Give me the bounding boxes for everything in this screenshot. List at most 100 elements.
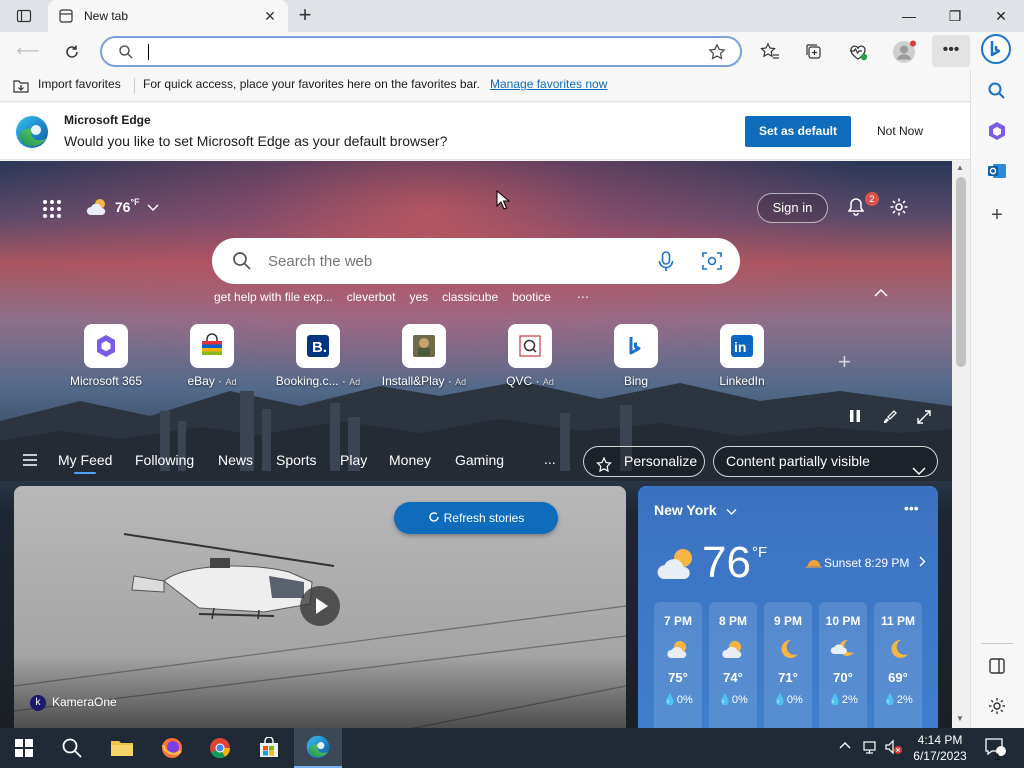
scrollbar-thumb[interactable] [956, 177, 966, 367]
hourly-forecast-item[interactable]: 11 PM 69° 💧2% [874, 602, 922, 728]
microsoft-365-icon[interactable] [985, 119, 1009, 143]
hourly-forecast-item[interactable]: 8 PM 74° 💧0% [709, 602, 757, 728]
profile-avatar[interactable] [891, 39, 917, 65]
quick-search-link[interactable]: cleverbot [347, 290, 396, 304]
tile-microsoft-365[interactable]: Microsoft 365 [61, 324, 151, 388]
back-button[interactable]: ⟵ [15, 39, 41, 65]
visual-search-icon[interactable] [702, 251, 722, 274]
microphone-icon[interactable] [658, 251, 674, 276]
chevron-right-icon [919, 556, 926, 570]
tab-play[interactable]: Play [340, 452, 367, 468]
show-hidden-icons-chevron[interactable] [839, 739, 851, 753]
bing-chat-icon[interactable] [980, 34, 1012, 68]
quick-search-link[interactable]: get help with file exp... [214, 290, 333, 304]
weather-mini-unit: °F [130, 197, 140, 207]
tile-booking[interactable]: B. Booking.c... · Ad [273, 324, 363, 388]
sunset-info[interactable]: Sunset 8:29 PM [806, 556, 926, 571]
weather-more-options-button[interactable]: ••• [904, 500, 919, 516]
minimize-button[interactable]: — [886, 0, 932, 32]
outlook-icon[interactable] [985, 159, 1009, 183]
search-icon[interactable] [48, 728, 96, 768]
more-tabs-button[interactable]: ... [544, 451, 556, 467]
chrome-icon[interactable] [196, 728, 244, 768]
hour-temp: 71° [778, 670, 798, 685]
divider [134, 78, 135, 94]
tile-qvc[interactable]: QVC · Ad [485, 324, 575, 388]
file-explorer-icon[interactable] [98, 728, 146, 768]
sidebar-settings-gear-icon[interactable] [985, 694, 1009, 718]
address-bar[interactable] [100, 36, 742, 67]
not-now-button[interactable]: Not Now [860, 116, 940, 147]
quick-search-link[interactable]: bootice [512, 290, 551, 304]
tab-actions-icon[interactable] [16, 8, 32, 24]
notifications-bell-icon[interactable] [845, 196, 867, 221]
weather-city[interactable]: New York [654, 502, 737, 519]
hour-time: 10 PM [825, 614, 861, 628]
import-favorites-button[interactable]: Import favorites [38, 77, 121, 91]
hide-sidebar-icon[interactable] [985, 654, 1009, 678]
edge-taskbar-icon[interactable] [294, 728, 342, 768]
expand-icon[interactable] [916, 409, 932, 428]
vertical-scrollbar[interactable]: ▲ ▼ [952, 161, 970, 728]
page-settings-gear-icon[interactable] [888, 196, 910, 221]
scroll-up-arrow-icon[interactable]: ▲ [956, 163, 964, 172]
refresh-stories-button[interactable]: Refresh stories [394, 502, 558, 534]
windows-start-icon[interactable] [0, 728, 48, 768]
manage-favorites-link[interactable]: Manage favorites now [490, 77, 607, 91]
pause-background-icon[interactable] [848, 409, 862, 426]
personalize-button[interactable]: Personalize [583, 446, 705, 477]
tab-sports[interactable]: Sports [276, 452, 316, 468]
tab-following[interactable]: Following [135, 452, 194, 468]
customize-background-icon[interactable] [882, 409, 898, 428]
tile-ebay[interactable]: eBay · Ad [167, 324, 257, 388]
tile-install-play[interactable]: Install&Play · Ad [379, 324, 469, 388]
quick-search-link[interactable]: yes [409, 290, 428, 304]
weather-card[interactable]: New York ••• 76 °F Sunset 8:29 PM 7 PM 7… [638, 486, 938, 728]
hourly-forecast-item[interactable]: 7 PM 75° 💧0% [654, 602, 702, 728]
tab-my-feed[interactable]: My Feed [58, 452, 112, 474]
add-site-button[interactable]: + [838, 349, 851, 375]
content-visibility-dropdown[interactable]: Content partially visible [713, 446, 938, 477]
settings-and-more-button[interactable]: ••• [932, 35, 970, 67]
favorites-icon[interactable] [757, 39, 783, 65]
volume-muted-icon[interactable] [885, 739, 903, 758]
add-sidebar-app-icon[interactable]: + [985, 203, 1009, 227]
system-clock[interactable]: 4:14 PM 6/17/2023 [905, 732, 975, 764]
play-video-button[interactable] [300, 586, 340, 626]
address-input[interactable] [146, 43, 686, 61]
hourly-forecast-item[interactable]: 9 PM 71° 💧0% [764, 602, 812, 728]
refresh-stories-label: Refresh stories [443, 511, 525, 525]
web-search-input[interactable] [268, 252, 628, 270]
tab-news[interactable]: News [218, 452, 253, 468]
firefox-icon[interactable] [148, 728, 196, 768]
collapse-chevron-up-icon[interactable] [874, 286, 888, 301]
network-icon[interactable] [863, 739, 879, 758]
sign-in-button[interactable]: Sign in [757, 193, 828, 223]
set-as-default-button[interactable]: Set as default [745, 116, 851, 147]
web-search-box[interactable] [212, 238, 740, 284]
quick-search-link[interactable]: classicube [442, 290, 498, 304]
scroll-down-arrow-icon[interactable]: ▼ [956, 714, 964, 723]
weather-mini-widget[interactable]: 76°F [85, 197, 159, 220]
browser-essentials-icon[interactable] [845, 39, 871, 65]
story-source[interactable]: k KameraOne [30, 695, 117, 711]
search-icon[interactable] [985, 79, 1009, 103]
tab-money[interactable]: Money [389, 452, 431, 468]
apps-launcher-icon[interactable] [42, 199, 62, 222]
microsoft-store-icon[interactable] [245, 728, 293, 768]
refresh-button[interactable] [59, 39, 85, 65]
close-tab-icon[interactable]: ✕ [262, 8, 278, 24]
hourly-forecast-item[interactable]: 10 PM 70° 💧2% [819, 602, 867, 728]
tab-new-tab[interactable]: New tab ✕ [48, 0, 288, 32]
menu-hamburger-icon[interactable] [22, 453, 38, 470]
tile-linkedin[interactable]: in LinkedIn [697, 324, 787, 388]
more-quick-searches-button[interactable]: ⋯ [577, 290, 589, 304]
tile-bing[interactable]: Bing [591, 324, 681, 388]
import-favorites-icon[interactable] [12, 78, 30, 97]
tab-gaming[interactable]: Gaming [455, 452, 504, 468]
new-tab-button[interactable]: + [294, 4, 316, 27]
collections-icon[interactable] [801, 39, 827, 65]
add-favorite-star-icon[interactable] [708, 43, 726, 64]
close-window-button[interactable]: ✕ [978, 0, 1024, 32]
restore-button[interactable]: ❐ [932, 0, 978, 32]
